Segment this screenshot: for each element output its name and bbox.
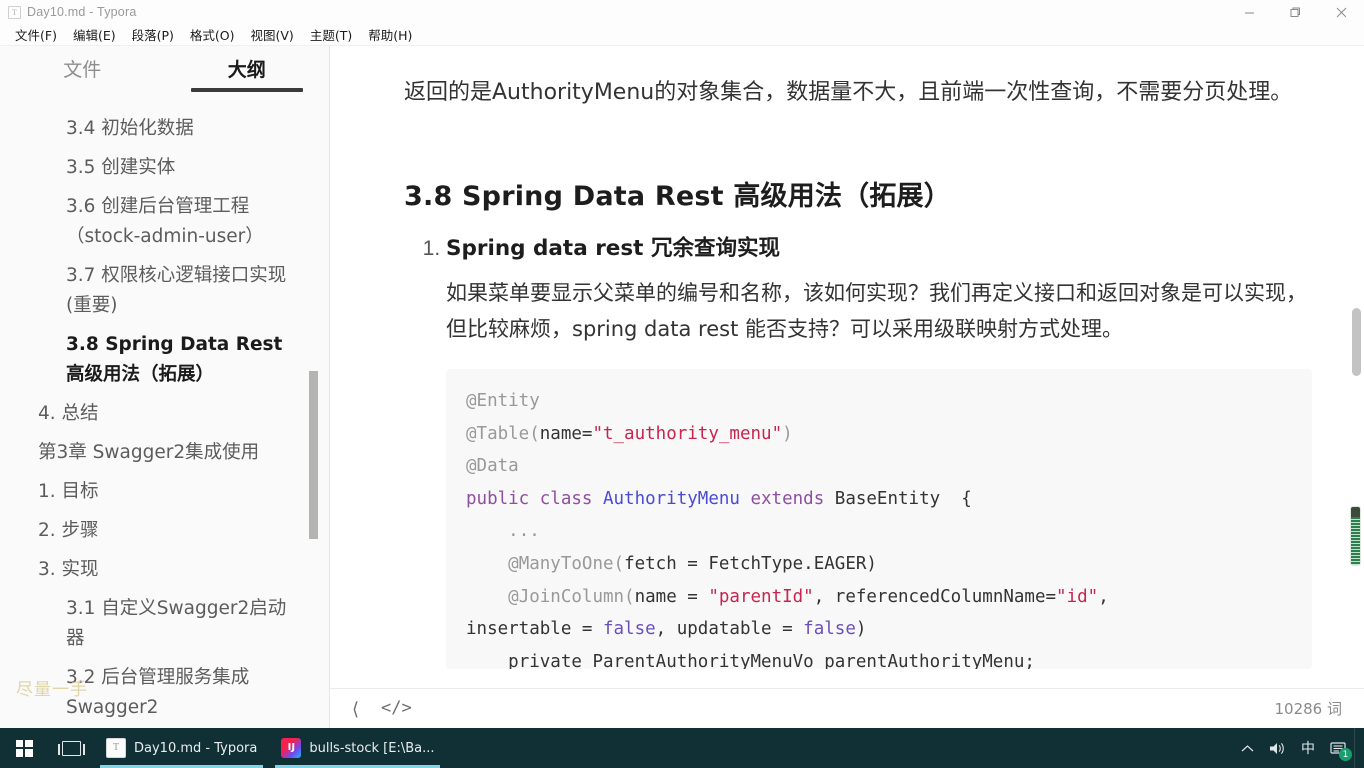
menu-file[interactable]: 文件(F) [8,23,64,46]
code-token: public class [466,488,603,509]
menu-edit[interactable]: 编辑(E) [66,23,123,46]
menu-bar: 文件(F) 编辑(E) 段落(P) 格式(O) 视图(V) 主题(T) 帮助(H… [0,24,1364,46]
show-desktop-button[interactable] [1354,728,1360,768]
code-token: @JoinColumn( [466,586,635,607]
menu-help[interactable]: 帮助(H) [361,23,419,46]
taskbar-app-intellij-label: bulls-stock [E:\Ba... [309,740,435,756]
code-token: @Table( [466,423,540,444]
taskbar-app-typora[interactable]: T Day10.md - Typora [94,728,269,768]
taskbar-app-typora-label: Day10.md - Typora [134,740,258,756]
notification-badge: 1 [1339,748,1352,761]
outline-item-3-1[interactable]: 3.1 自定义Swagger2启动器 [66,594,303,654]
code-token: BaseEntity { [834,488,972,509]
outline-item-4[interactable]: 4. 总结 [38,399,303,429]
code-token: "parentId" [708,586,814,607]
outline-item-chapter3[interactable]: 第3章 Swagger2集成使用 [38,438,303,468]
code-token: , referencedColumnName= [813,586,1057,607]
scroll-gauge-cap [1351,507,1360,517]
close-button[interactable] [1318,0,1364,24]
code-token: @Entity [466,391,540,412]
outline-item-3-2[interactable]: 3.2 后台管理服务集成Swagger2 [66,663,303,723]
outline-item-3-8[interactable]: 3.8 Spring Data Rest 高级用法（拓展） [66,330,303,390]
code-token: false [602,619,656,640]
start-button[interactable] [0,728,48,768]
code-token: @ManyToOne( [466,554,625,575]
code-token: "id" [1056,586,1099,607]
menu-paragraph[interactable]: 段落(P) [125,23,181,46]
code-token: private ParentAuthorityMenuVo parentAuth… [466,651,1035,670]
intro-paragraph: 返回的是AuthorityMenu的对象集合，数据量不大，且前端一次性查询，不需… [404,80,1293,105]
code-token: , updatable = [655,619,804,640]
tab-files[interactable]: 文件 [0,55,165,92]
code-token: false [803,619,856,640]
tab-outline[interactable]: 大纲 [165,55,330,92]
list-item-heading: Spring data rest 冗余查询实现 [446,235,780,261]
outline-item-3-5[interactable]: 3.5 创建实体 [66,153,303,183]
code-token: ... [466,521,540,542]
system-tray: 中 1 [1232,728,1364,768]
code-token: ) [855,619,867,640]
word-count-label: 10286 词 [1274,700,1343,718]
chevron-left-icon[interactable]: ⟨ [352,700,359,718]
menu-format[interactable]: 格式(O) [183,23,242,46]
task-view-button[interactable] [48,728,94,768]
code-token: fetch = FetchType.EAGER) [624,554,877,575]
editor-scrollbar[interactable] [1349,46,1364,728]
window-controls [1226,0,1364,24]
status-bar: ⟨ </> 10286 词 [330,688,1364,728]
typora-icon: T [106,738,126,758]
maximize-button[interactable] [1272,0,1318,24]
outline-list: 3.4 初始化数据 3.5 创建实体 3.6 创建后台管理工程（stock-ad… [0,102,329,768]
task-view-icon [57,740,85,756]
outline-item-3-6[interactable]: 3.6 创建后台管理工程（stock-admin-user） [66,192,303,252]
outline-item-2[interactable]: 2. 步骤 [38,516,303,546]
code-token: insertable = [466,619,603,640]
tray-chevron-up-icon[interactable] [1232,728,1262,768]
app-icon: T [8,5,21,19]
outline-item-3-4[interactable]: 3.4 初始化数据 [66,114,303,144]
tray-volume-icon[interactable] [1262,728,1293,768]
list-item: Spring data rest 冗余查询实现 如果菜单要显示父菜单的编号和名称… [446,233,1312,670]
code-block-java[interactable]: @Entity @Table(name="t_authority_menu") … [446,369,1312,670]
sidebar-tabs: 文件 大纲 [0,46,329,94]
tray-notifications-icon[interactable]: 1 [1323,728,1354,768]
code-token: extends [750,488,835,509]
main-body: 文件 大纲 3.4 初始化数据 3.5 创建实体 3.6 创建后台管理工程（st… [0,46,1364,768]
scroll-gauge-fill [1351,517,1360,565]
minimize-button[interactable] [1226,0,1272,24]
windows-taskbar: T Day10.md - Typora IJ bulls-stock [E:\B… [0,728,1364,768]
status-bar-left: ⟨ </> [352,700,412,718]
tray-ime-indicator[interactable]: 中 [1293,728,1323,768]
ordered-list: Spring data rest 冗余查询实现 如果菜单要显示父菜单的编号和名称… [446,233,1312,670]
section-heading-3-8: 3.8 Spring Data Rest 高级用法（拓展） [404,180,951,212]
list-item-paragraph: 如果菜单要显示父菜单的编号和名称，该如何实现？我们再定义接口和返回对象是可以实现… [446,281,1307,342]
code-token: name = [634,586,709,607]
scroll-gauge-indicator [1350,506,1361,566]
source-code-icon[interactable]: </> [381,700,412,717]
menu-theme[interactable]: 主题(T) [303,23,359,46]
editor-panel: 返回的是AuthorityMenu的对象集合，数据量不大，且前端一次性查询，不需… [330,46,1364,768]
intellij-icon: IJ [281,738,302,758]
code-token: ) [782,423,793,444]
title-bar: T Day10.md - Typora [0,0,1364,24]
code-token: , [1098,586,1109,607]
code-token: name= [539,423,593,444]
sidebar-scrollbar-thumb[interactable] [309,371,318,539]
code-token: @Data [466,456,519,477]
typora-window: T Day10.md - Typora 文件(F) 编辑(E) 段落(P) 格式… [0,0,1364,768]
code-token: AuthorityMenu [602,488,751,509]
outline-item-3[interactable]: 3. 实现 [38,555,303,585]
editor-scrollbar-thumb[interactable] [1352,308,1361,376]
outline-item-1[interactable]: 1. 目标 [38,477,303,507]
window-title: Day10.md - Typora [27,5,137,19]
document-content[interactable]: 返回的是AuthorityMenu的对象集合，数据量不大，且前端一次性查询，不需… [330,46,1364,728]
code-token: "t_authority_menu" [592,423,783,444]
sidebar-panel: 文件 大纲 3.4 初始化数据 3.5 创建实体 3.6 创建后台管理工程（st… [0,46,330,768]
menu-view[interactable]: 视图(V) [244,23,301,46]
sidebar-scrollbar[interactable] [309,46,318,768]
outline-item-3-7[interactable]: 3.7 权限核心逻辑接口实现 (重要) [66,261,303,321]
windows-logo-icon [15,739,33,757]
taskbar-app-intellij[interactable]: IJ bulls-stock [E:\Ba... [269,728,446,768]
